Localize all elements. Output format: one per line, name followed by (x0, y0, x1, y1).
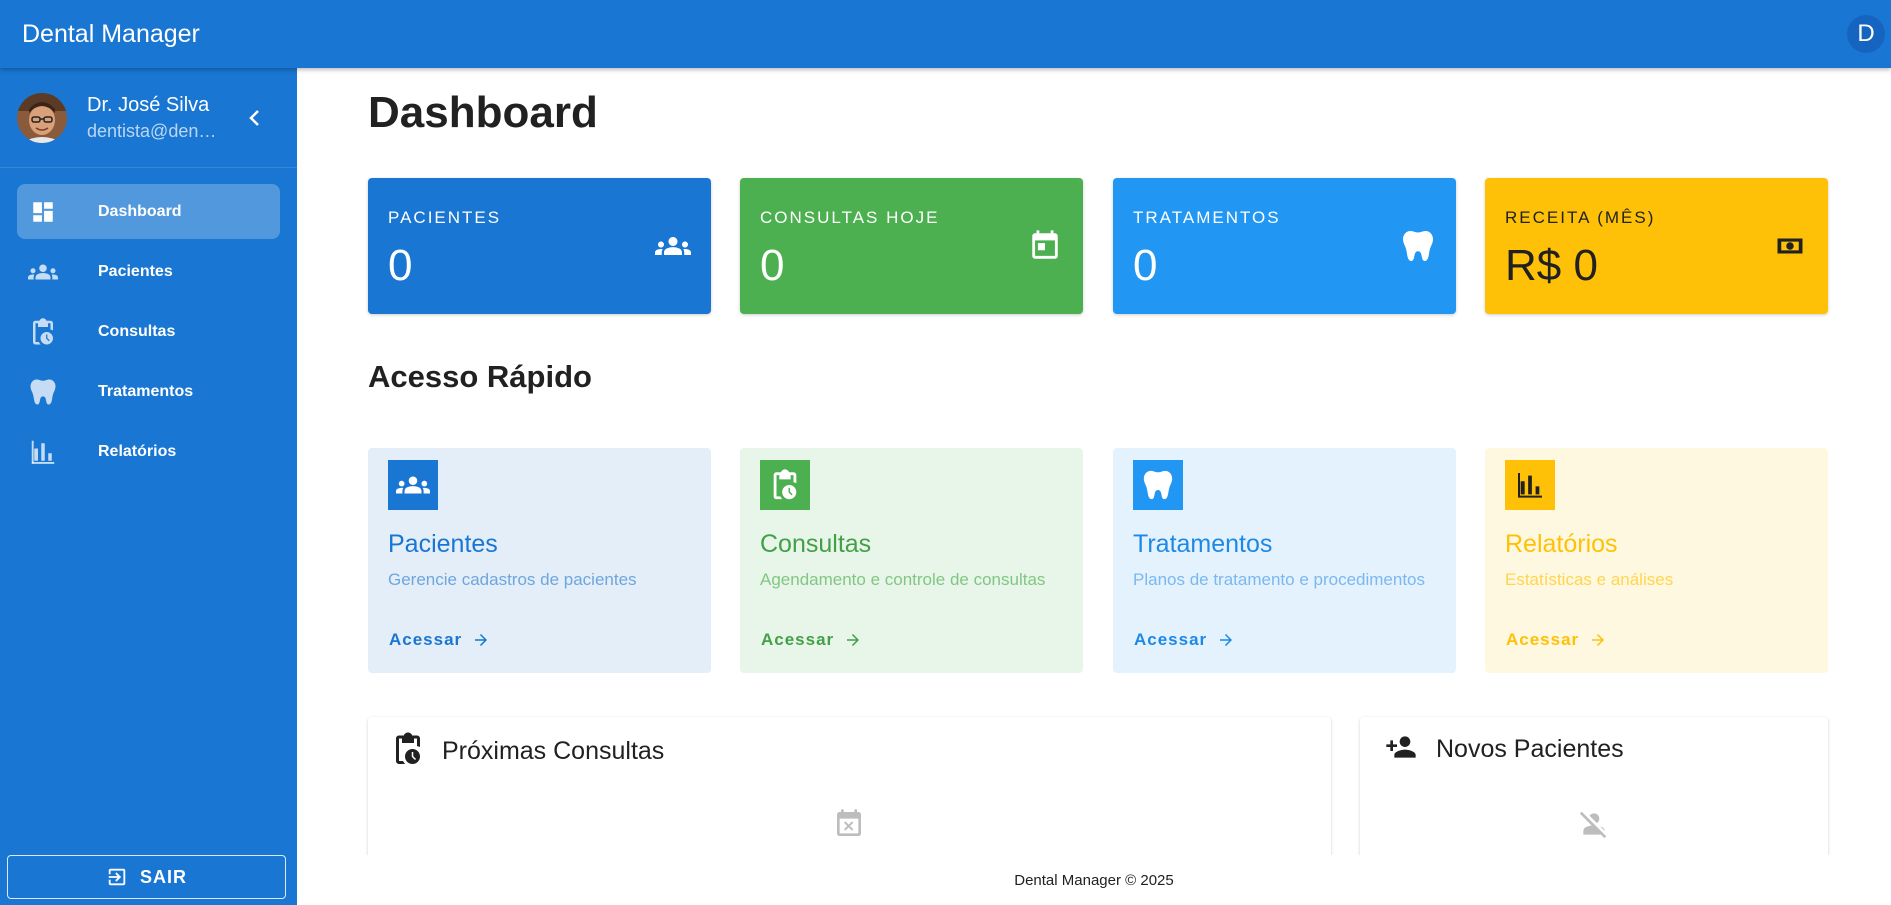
sidebar-item-pacientes[interactable]: Pacientes (17, 244, 280, 299)
quick-card-description: Planos de tratamento e procedimentos (1133, 570, 1426, 589)
person-off-icon (1577, 807, 1611, 841)
calendar-remove-icon (832, 807, 866, 841)
quick-card-consultas[interactable]: Consultas Agendamento e controle de cons… (740, 448, 1083, 673)
sidebar-item-label: Tratamentos (98, 382, 194, 400)
sidebar-item-label: Consultas (98, 322, 176, 340)
user-profile: Dr. José Silva dentista@den… (0, 68, 297, 168)
panel-title: Próximas Consultas (442, 737, 665, 765)
arrow-right-icon (1220, 634, 1233, 646)
new-patients-panel: Novos Pacientes (1360, 717, 1828, 855)
logout-icon (108, 868, 126, 886)
stat-label: CONSULTAS HOJE (760, 208, 940, 227)
page-title: Dashboard (368, 88, 598, 137)
money-icon (1772, 228, 1808, 264)
stat-value: 0 (760, 241, 785, 290)
quick-card-link-label: Acessar (761, 630, 835, 649)
sidebar-item-relatorios[interactable]: Relatórios (17, 424, 280, 479)
stat-card-consultas-hoje: CONSULTAS HOJE 0 (740, 178, 1083, 314)
collapse-sidebar-button[interactable] (239, 103, 269, 133)
panel-title: Novos Pacientes (1436, 735, 1624, 763)
tooth-icon (1133, 460, 1183, 510)
logout-label: SAIR (139, 866, 187, 887)
app-title: Dental Manager (22, 19, 200, 48)
quick-card-description: Gerencie cadastros de pacientes (388, 570, 637, 589)
quick-card-title: Tratamentos (1133, 530, 1273, 558)
logout-button[interactable]: SAIR (7, 855, 286, 899)
quick-card-relatorios[interactable]: Relatórios Estatísticas e análises Acess… (1485, 448, 1828, 673)
user-name: Dr. José Silva (87, 93, 210, 116)
stat-label: TRATAMENTOS (1133, 208, 1281, 227)
stat-value: R$ 0 (1505, 241, 1598, 290)
sidebar-item-dashboard[interactable]: Dashboard (17, 184, 280, 239)
dashboard-icon (27, 196, 59, 228)
quick-card-tratamentos[interactable]: Tratamentos Planos de tratamento e proce… (1113, 448, 1456, 673)
upcoming-appointments-panel: Próximas Consultas (368, 717, 1331, 855)
calendar-clock-icon (390, 731, 426, 772)
calendar-clock-icon (760, 460, 810, 510)
quick-card-link-label: Acessar (1134, 630, 1208, 649)
sidebar-nav: Dashboard Pacientes Consultas Tratamento… (0, 168, 297, 479)
stat-card-pacientes: PACIENTES 0 (368, 178, 711, 314)
main-content: Dashboard PACIENTES 0 CONSULTAS HOJE 0 T… (297, 68, 1891, 855)
avatar (17, 92, 67, 143)
quick-card-link[interactable]: Acessar (1134, 630, 1235, 650)
sidebar: Dr. José Silva dentista@den… Dashboard P… (0, 68, 297, 905)
bar-chart-icon (27, 436, 59, 468)
stat-label: PACIENTES (388, 208, 502, 227)
user-email: dentista@den… (87, 120, 217, 141)
people-icon (388, 460, 438, 510)
chevron-left-icon (249, 109, 259, 126)
quick-card-title: Pacientes (388, 530, 498, 558)
calendar-today-icon (1027, 228, 1063, 264)
stat-card-tratamentos: TRATAMENTOS 0 (1113, 178, 1456, 314)
arrow-right-icon (475, 634, 488, 646)
quick-card-title: Relatórios (1505, 530, 1618, 558)
app-bar: Dental Manager D (0, 0, 1891, 68)
bar-chart-icon (1505, 460, 1555, 510)
quick-card-title: Consultas (760, 530, 872, 558)
tooth-icon (27, 376, 59, 408)
tooth-icon (1400, 228, 1436, 264)
user-avatar-button[interactable]: D (1847, 15, 1885, 53)
quick-card-pacientes[interactable]: Pacientes Gerencie cadastros de paciente… (368, 448, 711, 673)
quick-card-link-label: Acessar (389, 630, 463, 649)
quick-card-link-label: Acessar (1506, 630, 1580, 649)
quick-card-link[interactable]: Acessar (1506, 630, 1607, 650)
stat-value: 0 (1133, 241, 1158, 290)
quick-card-description: Agendamento e controle de consultas (760, 570, 1046, 589)
person-add-icon (1382, 731, 1420, 768)
quick-card-link[interactable]: Acessar (761, 630, 862, 650)
stat-value: 0 (388, 241, 413, 290)
sidebar-item-label: Dashboard (98, 202, 182, 220)
people-icon (27, 256, 59, 288)
calendar-clock-icon (27, 316, 59, 348)
stat-card-receita: RECEITA (MÊS) R$ 0 (1485, 178, 1828, 314)
sidebar-item-consultas[interactable]: Consultas (17, 304, 280, 359)
arrow-right-icon (847, 634, 860, 646)
sidebar-item-label: Pacientes (98, 262, 173, 280)
quick-card-description: Estatísticas e análises (1505, 570, 1674, 589)
footer: Dental Manager © 2025 (297, 855, 1891, 905)
sidebar-item-tratamentos[interactable]: Tratamentos (17, 364, 280, 419)
sidebar-item-label: Relatórios (98, 442, 177, 460)
quick-card-link[interactable]: Acessar (389, 630, 490, 650)
arrow-right-icon (1592, 634, 1605, 646)
stat-label: RECEITA (MÊS) (1505, 208, 1656, 227)
footer-text: Dental Manager © 2025 (1014, 871, 1174, 889)
section-title-quick-access: Acesso Rápido (368, 359, 592, 394)
people-icon (655, 228, 691, 264)
